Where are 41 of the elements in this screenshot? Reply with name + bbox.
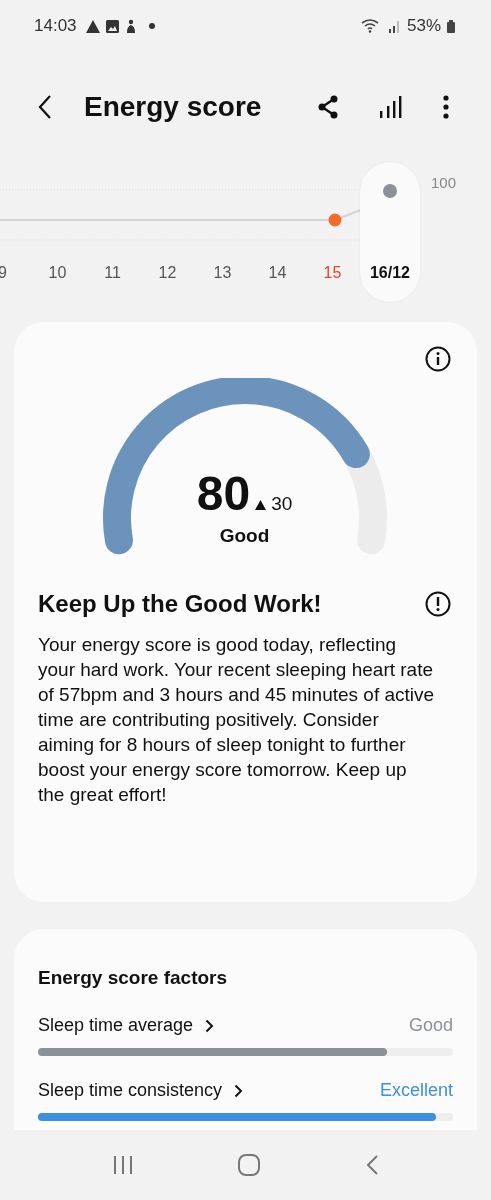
up-arrow-icon [255, 500, 267, 510]
day-tab[interactable]: 11 [85, 162, 140, 302]
score-change: 30 [271, 493, 293, 515]
battery-percent: 53% [406, 16, 441, 36]
factors-title: Energy score factors [38, 967, 229, 989]
back-icon [364, 1154, 379, 1176]
score-value: 80 [196, 466, 251, 521]
share-icon [317, 95, 339, 119]
selected-day-tab[interactable]: 16/12 [360, 162, 420, 302]
battery-icon [447, 19, 455, 33]
warning-icon [85, 19, 100, 33]
data-point [383, 184, 397, 198]
image-icon [105, 19, 119, 33]
signal-icon [388, 19, 401, 33]
more-icon [443, 95, 449, 119]
recent-apps-icon [112, 1155, 135, 1175]
dot-icon [148, 23, 155, 29]
day-tab[interactable]: 13 [195, 162, 250, 302]
chevron-right-icon [234, 1083, 244, 1098]
alert-icon[interactable] [425, 591, 451, 617]
day-tab[interactable]: 12 [140, 162, 195, 302]
factor-rating: Good [408, 1015, 453, 1036]
info-icon[interactable] [425, 346, 451, 372]
figure-icon [124, 19, 137, 33]
page-title: Energy score [84, 91, 262, 123]
factor-rating: Excellent [379, 1080, 453, 1101]
factor-link[interactable]: Sleep time average [38, 1015, 215, 1036]
message-title: Keep Up the Good Work! [38, 590, 322, 618]
home-icon [238, 1154, 261, 1176]
data-point [328, 213, 342, 227]
score-rating: Good [219, 525, 270, 547]
factor-link[interactable]: Sleep time consistency [38, 1080, 244, 1101]
max-value-label: 100 [431, 174, 457, 191]
back-icon [38, 94, 52, 120]
day-tab[interactable]: 15 [305, 162, 360, 302]
chevron-right-icon [205, 1018, 215, 1033]
message-body: Your energy score is good today, reflecting your hard work. Your recent sleeping heart rate of 57bpm and 3 hours and 45 minutes of active time are contributing positively. Consider aiming for 8 hours of sleep tonight to further boost your energy score tomorrow. Keep up the great effort! [38, 633, 436, 807]
day-tab[interactable]: 14 [250, 162, 305, 302]
status-time: 14:03 [34, 16, 77, 36]
bar-chart-icon [379, 95, 403, 119]
day-tab[interactable]: 10 [30, 162, 85, 302]
